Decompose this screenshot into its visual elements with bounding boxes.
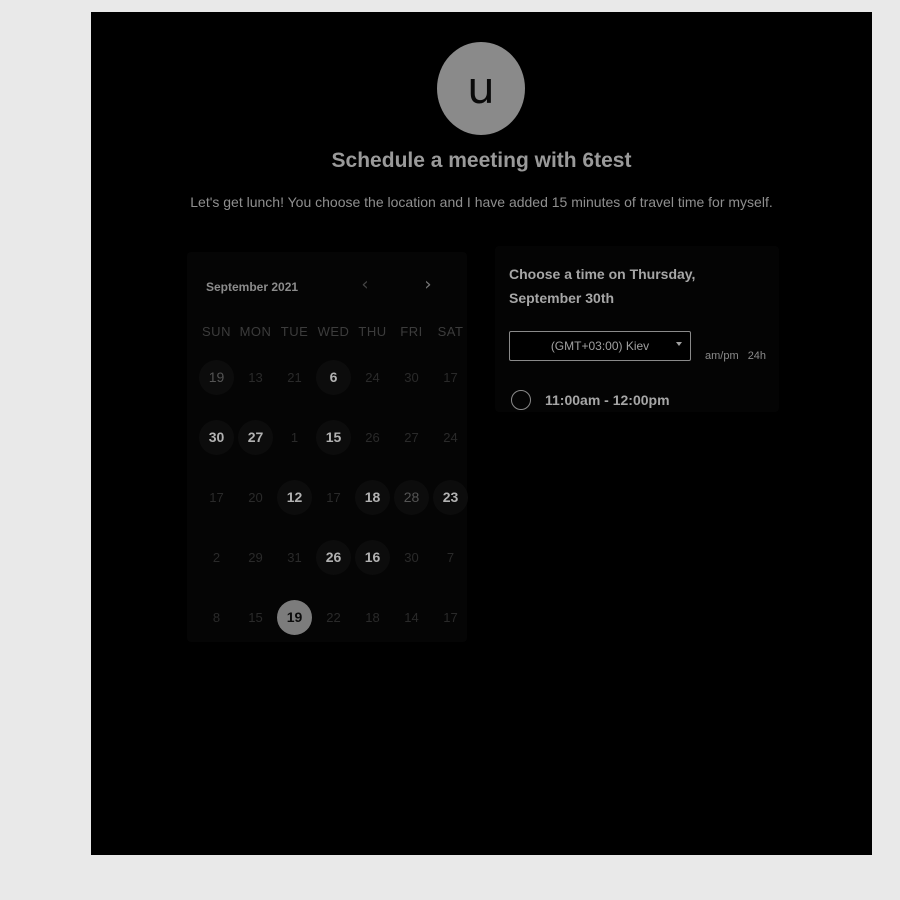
chevron-left-icon[interactable]: ‹ bbox=[353, 272, 377, 296]
calendar-day[interactable]: 27 bbox=[236, 407, 275, 467]
calendar-day: 17 bbox=[431, 347, 470, 407]
calendar-day: 14 bbox=[392, 587, 431, 647]
calendar-day: 17 bbox=[431, 587, 470, 647]
time-slot[interactable]: 11:00am - 12:00pm bbox=[511, 390, 670, 410]
calendar-day-label: 26 bbox=[316, 539, 351, 575]
calendar-day[interactable]: 23 bbox=[431, 467, 470, 527]
calendar-day-label: 15 bbox=[248, 609, 263, 625]
calendar-day-label: 17 bbox=[443, 609, 458, 625]
calendar-day-selected[interactable]: 19 bbox=[275, 587, 314, 647]
calendar-day-label: 17 bbox=[326, 489, 341, 505]
calendar-day: 1 bbox=[275, 407, 314, 467]
calendar-day-label: 7 bbox=[446, 549, 455, 565]
booking-panel: u Schedule a meeting with 6test Let's ge… bbox=[91, 12, 872, 855]
calendar-day-label: 8 bbox=[212, 609, 221, 625]
calendar-day-label: 29 bbox=[248, 549, 263, 565]
calendar-day-label: 21 bbox=[287, 369, 302, 385]
calendar-day-label: 16 bbox=[355, 539, 390, 575]
calendar-day: 30 bbox=[392, 527, 431, 587]
page-title: Schedule a meeting with 6test bbox=[331, 149, 632, 172]
calendar-day-label: 31 bbox=[287, 549, 302, 565]
calendar-day: 27 bbox=[392, 407, 431, 467]
timezone-select[interactable]: (GMT+03:00) Kiev bbox=[509, 331, 691, 361]
format-ampm-option[interactable]: am/pm bbox=[705, 350, 739, 362]
calendar-day-label: 27 bbox=[238, 419, 273, 455]
calendar-day-label: 20 bbox=[248, 489, 263, 505]
calendar-day-label: 6 bbox=[316, 359, 351, 395]
calendar-day: 17 bbox=[197, 467, 236, 527]
weekday-header: SUN MON TUE WED THU FRI SAT bbox=[197, 324, 467, 339]
radio-icon[interactable] bbox=[511, 390, 531, 410]
calendar-day[interactable]: 16 bbox=[353, 527, 392, 587]
chevron-right-icon[interactable]: › bbox=[416, 272, 440, 296]
time-picker: Choose a time on Thursday, September 30t… bbox=[495, 246, 779, 412]
calendar-day: 17 bbox=[314, 467, 353, 527]
calendar-day-label: 30 bbox=[404, 369, 419, 385]
weekday-label: TUE bbox=[280, 324, 309, 339]
weekday-label: WED bbox=[317, 324, 350, 339]
avatar: u bbox=[437, 42, 525, 135]
calendar-day[interactable]: 19 bbox=[197, 347, 236, 407]
calendar-day: 31 bbox=[275, 527, 314, 587]
calendar-day: 15 bbox=[236, 587, 275, 647]
calendar-day: 18 bbox=[353, 587, 392, 647]
weekday-label: THU bbox=[358, 324, 387, 339]
calendar-day-label: 17 bbox=[209, 489, 224, 505]
calendar-day-label: 30 bbox=[199, 419, 234, 455]
calendar-day: 21 bbox=[275, 347, 314, 407]
timezone-value: (GMT+03:00) Kiev bbox=[550, 339, 650, 353]
format-24h-option[interactable]: 24h bbox=[748, 350, 766, 362]
weekday-label: SUN bbox=[202, 324, 231, 339]
calendar: September 2021 ‹ › SUN MON TUE WED THU FRI SAT… bbox=[187, 252, 468, 642]
calendar-day: 22 bbox=[314, 587, 353, 647]
time-heading: Choose a time on Thursday, September 30t… bbox=[509, 266, 696, 306]
meeting-description: Let's get lunch! You choose the location… bbox=[190, 194, 773, 210]
calendar-day-label: 24 bbox=[365, 369, 380, 385]
calendar-day: 13 bbox=[236, 347, 275, 407]
month-label: September 2021 bbox=[206, 280, 299, 294]
calendar-day-label: 15 bbox=[316, 419, 351, 455]
calendar-day-label: 1 bbox=[290, 429, 299, 445]
calendar-day: 24 bbox=[353, 347, 392, 407]
weekday-label: MON bbox=[239, 324, 272, 339]
calendar-day-label: 23 bbox=[433, 479, 468, 515]
calendar-day-label: 18 bbox=[365, 609, 380, 625]
time-slot-label: 11:00am - 12:00pm bbox=[545, 392, 670, 408]
calendar-day-label: 17 bbox=[443, 369, 458, 385]
calendar-day-label: 28 bbox=[394, 479, 429, 515]
calendar-day-label: 18 bbox=[355, 479, 390, 515]
calendar-day[interactable]: 6 bbox=[314, 347, 353, 407]
calendar-day: 20 bbox=[236, 467, 275, 527]
calendar-day[interactable]: 30 bbox=[197, 407, 236, 467]
calendar-day: 26 bbox=[353, 407, 392, 467]
calendar-day: 8 bbox=[197, 587, 236, 647]
calendar-day[interactable]: 15 bbox=[314, 407, 353, 467]
calendar-day-label: 22 bbox=[326, 609, 341, 625]
calendar-grid: 19 13 21 6 24 30 17 30 27 1 15 26 27 24 17 20 12 17 18 28 23… bbox=[197, 347, 470, 647]
calendar-day-label: 14 bbox=[404, 609, 419, 625]
calendar-day: 24 bbox=[431, 407, 470, 467]
calendar-day[interactable]: 26 bbox=[314, 527, 353, 587]
calendar-day[interactable]: 18 bbox=[353, 467, 392, 527]
calendar-day-label: 26 bbox=[365, 429, 380, 445]
calendar-day-label: 2 bbox=[212, 549, 221, 565]
calendar-day: 2 bbox=[197, 527, 236, 587]
calendar-day-label: 27 bbox=[404, 429, 419, 445]
calendar-day-label: 24 bbox=[443, 429, 458, 445]
calendar-day-label: 13 bbox=[248, 369, 263, 385]
calendar-day-label: 30 bbox=[404, 549, 419, 565]
calendar-day-label: 12 bbox=[277, 479, 312, 515]
weekday-label: SAT bbox=[437, 324, 464, 339]
time-format-toggle: am/pm 24h bbox=[705, 350, 772, 362]
weekday-label: FRI bbox=[400, 324, 423, 339]
calendar-day-label: 19 bbox=[199, 359, 234, 395]
calendar-day[interactable]: 12 bbox=[275, 467, 314, 527]
calendar-day: 30 bbox=[392, 347, 431, 407]
caret-down-icon bbox=[676, 342, 682, 346]
calendar-day: 7 bbox=[431, 527, 470, 587]
calendar-day: 29 bbox=[236, 527, 275, 587]
calendar-day-label: 19 bbox=[277, 599, 312, 635]
calendar-day[interactable]: 28 bbox=[392, 467, 431, 527]
